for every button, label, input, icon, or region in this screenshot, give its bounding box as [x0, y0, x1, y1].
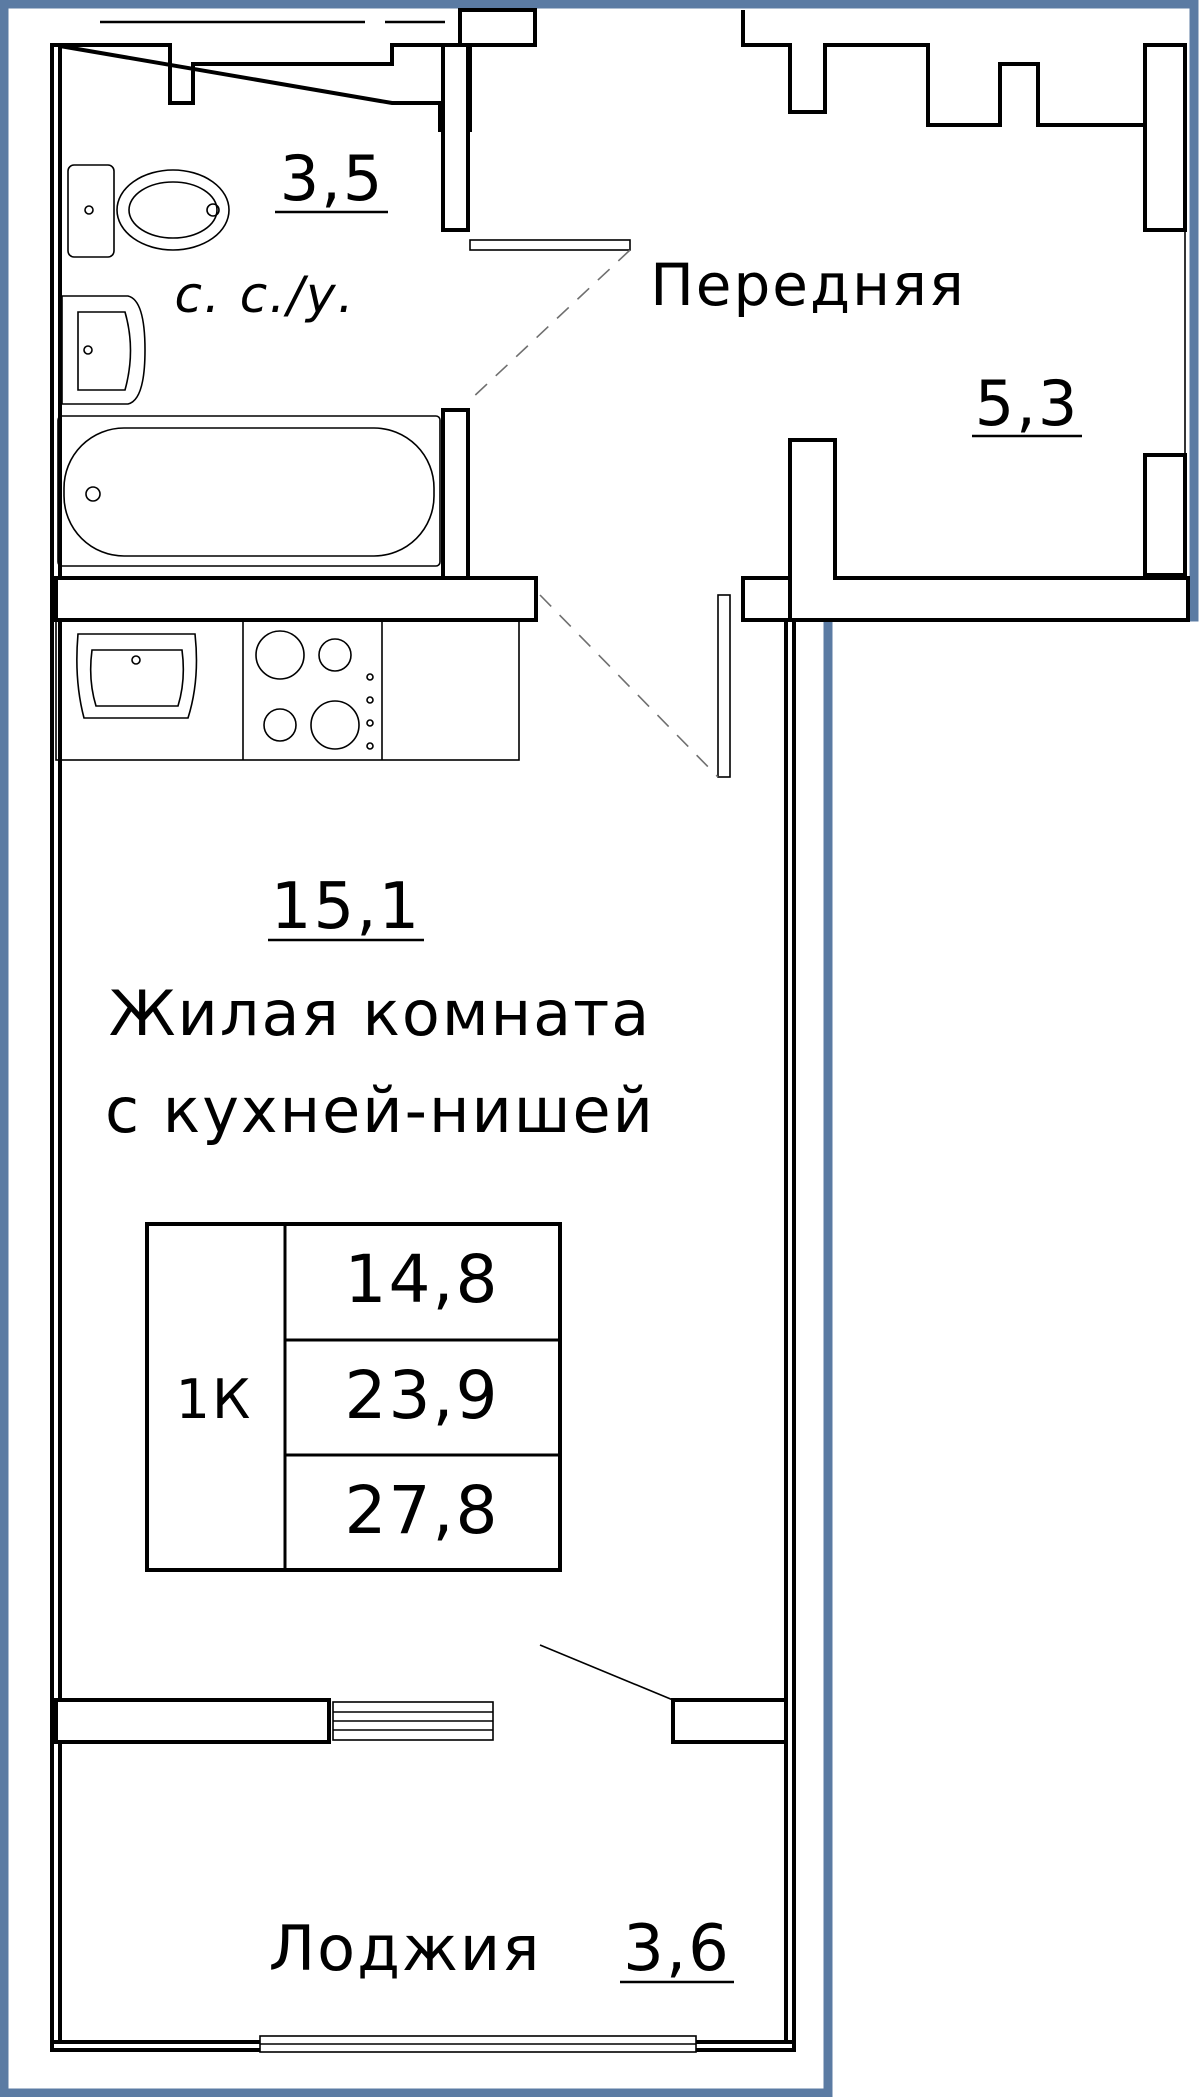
loggia-wall-left	[54, 1698, 331, 1744]
total-area-value: 23,9	[345, 1357, 500, 1434]
stove-burner	[310, 700, 360, 750]
bathroom-area: 3,5	[280, 142, 385, 215]
stove-burner	[318, 638, 352, 672]
living-area: 15,1	[271, 870, 422, 944]
loggia-area: 3,6	[623, 1912, 731, 1986]
stove-burner	[255, 630, 305, 680]
living-right-outer-wall	[784, 618, 796, 2052]
bathroom-door-leaf	[469, 239, 631, 251]
hall-area: 5,3	[975, 367, 1080, 440]
kitchen-unit	[55, 619, 520, 761]
hall-bottom-wall	[741, 438, 1190, 622]
bathroom-name: с. с./у.	[175, 266, 356, 324]
left-outer-wall	[50, 43, 62, 2052]
hall-name: Передняя	[650, 251, 966, 319]
bathroom-right-wall-lower	[441, 408, 470, 582]
living-right-wall	[741, 576, 792, 622]
floor-plan: 3,5 с. с./у. Передняя 5,3 15,1 Жилая ком…	[0, 0, 1199, 2097]
total-with-loggia-value: 27,8	[345, 1472, 500, 1549]
summary-table: 1К 14,8 23,9 27,8	[145, 1222, 562, 1572]
bathroom-fixtures	[57, 164, 441, 567]
loggia-name: Лоджия	[269, 1912, 542, 1985]
bathtub	[57, 415, 441, 567]
apartment-type: 1К	[176, 1368, 253, 1431]
hall-top-wall	[741, 10, 1187, 232]
toilet-seat	[128, 181, 218, 239]
hall-right-wall	[1143, 43, 1187, 232]
toilet-tank	[67, 164, 115, 258]
living-name-line2: с кухней-нишей	[105, 1074, 655, 1147]
bathroom-right-wall-upper	[441, 43, 470, 232]
living-door-leaf	[717, 594, 731, 778]
bathroom-bottom-wall	[54, 576, 538, 622]
stove-burner	[263, 708, 297, 742]
loggia-wall-right	[671, 1698, 788, 1744]
living-area-value: 14,8	[345, 1241, 500, 1318]
hall-right-wall-lower	[1143, 453, 1187, 577]
living-name-line1: Жилая комната	[109, 977, 652, 1050]
